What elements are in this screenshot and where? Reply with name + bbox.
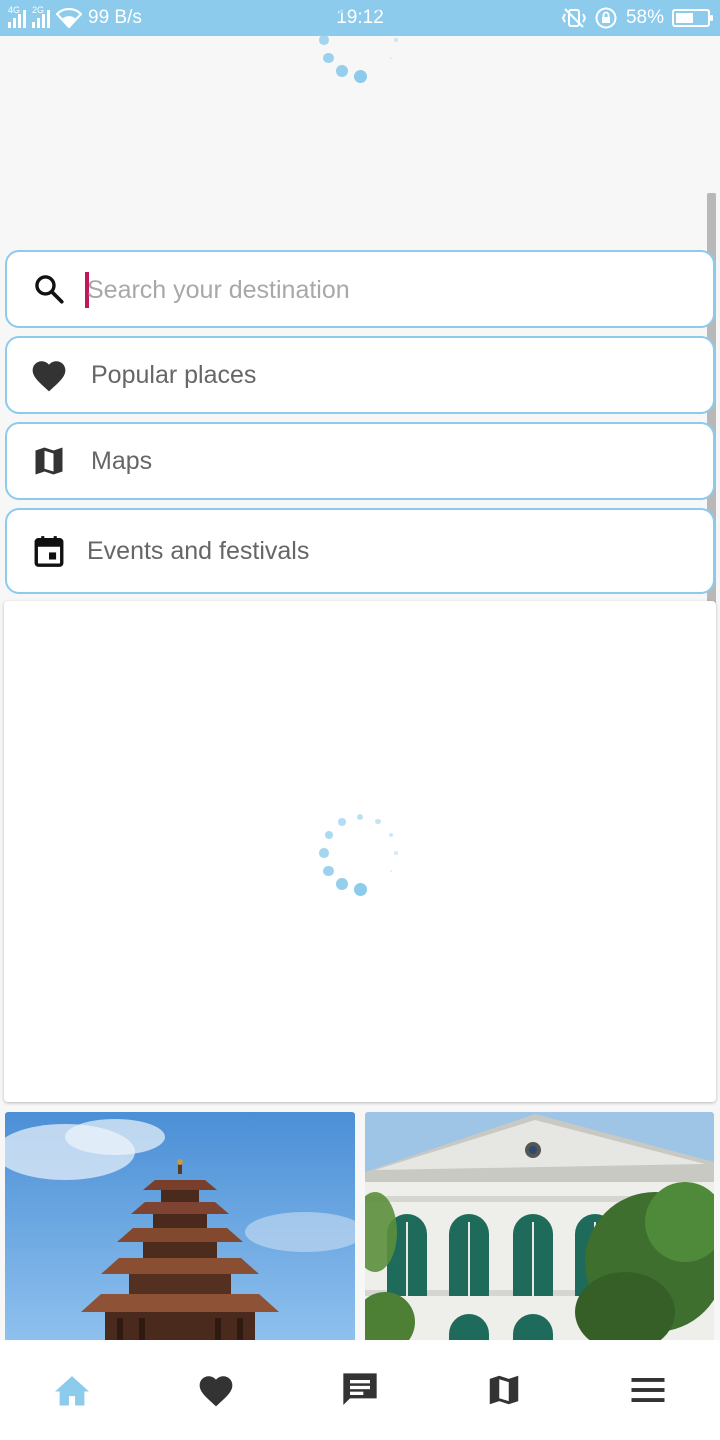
spinner-dot <box>356 0 364 8</box>
battery-fill <box>676 13 694 23</box>
heart-icon <box>199 1376 233 1407</box>
spinner-dot <box>356 813 364 821</box>
heart-icon <box>29 355 69 395</box>
spinner-dot <box>394 38 398 42</box>
spinner-dot <box>377 70 379 72</box>
loading-spinner <box>310 803 410 903</box>
spinner-dot <box>336 878 348 891</box>
spinner-dot <box>394 851 398 855</box>
pagoda-temple-image <box>5 1112 355 1342</box>
white-building-image <box>365 1112 714 1342</box>
search-card[interactable] <box>5 250 715 328</box>
spinner-dot <box>375 6 381 12</box>
menu-icon <box>631 1378 665 1402</box>
spinner-dot <box>324 17 334 27</box>
rotation-lock-icon <box>595 7 617 29</box>
gallery-item-pagoda[interactable] <box>5 1112 355 1342</box>
spinner-dot <box>323 52 335 64</box>
nav-favorites[interactable] <box>176 1350 256 1430</box>
menu-item-maps[interactable]: Maps <box>5 422 715 500</box>
vibrate-icon <box>561 8 586 28</box>
spinner-dot <box>319 35 329 45</box>
spinner-dot <box>324 830 334 840</box>
menu-item-events-festivals[interactable]: Events and festivals <box>5 508 715 594</box>
menu-item-label: Maps <box>91 446 153 475</box>
nav-home[interactable] <box>32 1350 112 1430</box>
search-icon <box>29 269 69 309</box>
spinner-dot <box>390 870 393 872</box>
menu-item-popular-places[interactable]: Popular places <box>5 336 715 414</box>
nav-chat[interactable] <box>320 1350 400 1430</box>
menu-item-label: Events and festivals <box>87 536 310 565</box>
spinner-dot <box>323 865 335 877</box>
spinner-dot <box>353 882 367 896</box>
nav-map[interactable] <box>464 1350 544 1430</box>
search-input[interactable] <box>81 266 701 314</box>
status-right: 58% <box>561 0 713 36</box>
spinner-dot <box>389 19 394 25</box>
battery-percent: 58% <box>625 7 664 28</box>
menu-item-label: Popular places <box>91 360 257 389</box>
spinner-dot <box>389 832 394 838</box>
nav-menu[interactable] <box>608 1350 688 1430</box>
calendar-icon <box>29 531 69 571</box>
home-icon <box>55 1376 89 1406</box>
spinner-dot <box>377 883 379 885</box>
loading-spinner-top <box>310 0 410 90</box>
spinner-dot <box>390 57 393 59</box>
bottom-nav <box>0 1340 720 1440</box>
map-icon <box>489 1375 519 1405</box>
gallery-item-building[interactable] <box>365 1112 714 1342</box>
battery-icon <box>672 9 713 27</box>
spinner-dot <box>338 818 346 826</box>
chat-icon <box>343 1373 377 1405</box>
spinner-dot <box>319 848 329 858</box>
spinner-dot <box>338 5 346 13</box>
spinner-dot <box>353 69 367 83</box>
map-icon <box>29 441 69 481</box>
content-panel <box>4 601 716 1102</box>
spinner-dot <box>336 65 348 78</box>
app-screen: 4G 2G 99 B/s 19:12 58% Search your desti… <box>0 0 720 1440</box>
spinner-dot <box>375 819 381 825</box>
